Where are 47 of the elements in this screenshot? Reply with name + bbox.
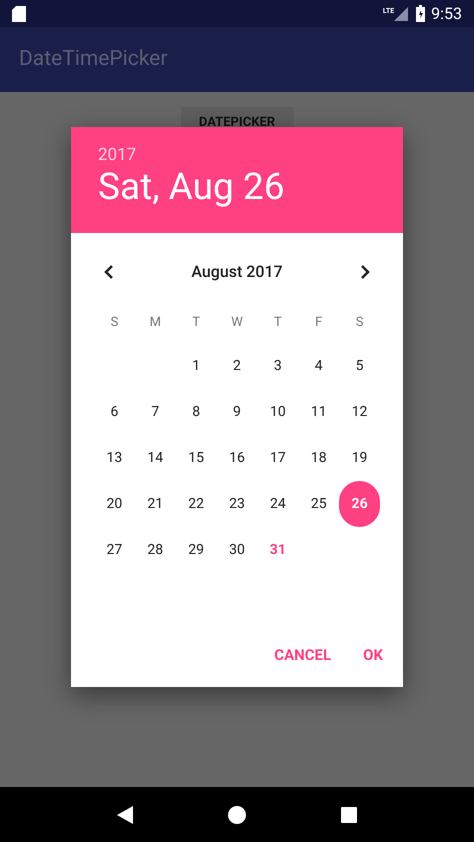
calendar-day[interactable]: 9	[216, 392, 257, 432]
home-icon[interactable]	[228, 806, 246, 824]
sd-card-icon	[12, 6, 26, 22]
weekday-label: F	[315, 314, 322, 332]
calendar-day[interactable]: 21	[135, 484, 176, 524]
calendar-day[interactable]: 7	[135, 392, 176, 432]
calendar-day[interactable]: 10	[258, 392, 298, 432]
calendar-day[interactable]: 20	[94, 484, 134, 524]
calendar-day[interactable]: 12	[340, 392, 380, 432]
calendar-day[interactable]: 16	[216, 438, 257, 478]
calendar-day[interactable]: 2	[216, 346, 257, 386]
calendar-day[interactable]: 24	[258, 484, 298, 524]
calendar-day[interactable]: 8	[176, 392, 216, 432]
calendar-day[interactable]: 19	[340, 438, 380, 478]
calendar-day[interactable]: 15	[176, 438, 216, 478]
recents-icon[interactable]	[340, 806, 357, 822]
clock: 9:53	[431, 2, 462, 24]
calendar-day[interactable]: 1	[176, 346, 216, 386]
calendar-day[interactable]: 28	[135, 530, 176, 570]
app-title: DateTimePicker	[19, 46, 168, 73]
calendar-day[interactable]: 27	[94, 530, 134, 570]
weekday-label: S	[110, 314, 118, 332]
previous-month-icon[interactable]	[103, 264, 115, 280]
signal-icon	[394, 6, 408, 20]
calendar-day[interactable]: 17	[258, 438, 298, 478]
month-title: August 2017	[191, 261, 283, 283]
calendar-day[interactable]: 22	[176, 484, 216, 524]
weekday-label: M	[150, 314, 161, 332]
calendar-day[interactable]: 6	[94, 392, 134, 432]
calendar-day[interactable]: 14	[135, 438, 176, 478]
calendar-day[interactable]: 30	[216, 530, 257, 570]
calendar-day[interactable]: 25	[298, 484, 339, 524]
weekday-label: S	[356, 314, 364, 332]
calendar-day[interactable]: 13	[94, 438, 134, 478]
back-icon[interactable]	[117, 806, 134, 824]
weekday-label: T	[274, 314, 282, 332]
calendar-day[interactable]: 11	[298, 392, 339, 432]
weekday-label: W	[231, 314, 243, 332]
calendar-day[interactable]: 18	[298, 438, 339, 478]
calendar-day[interactable]: 29	[176, 530, 216, 570]
calendar-day[interactable]: 4	[298, 346, 339, 386]
battery-icon	[416, 5, 426, 22]
calendar-day[interactable]: 5	[340, 346, 380, 386]
calendar-day[interactable]: 3	[258, 346, 298, 386]
next-month-icon[interactable]	[359, 264, 371, 280]
weekday-label: T	[192, 314, 200, 332]
calendar-day[interactable]: 23	[216, 484, 257, 524]
